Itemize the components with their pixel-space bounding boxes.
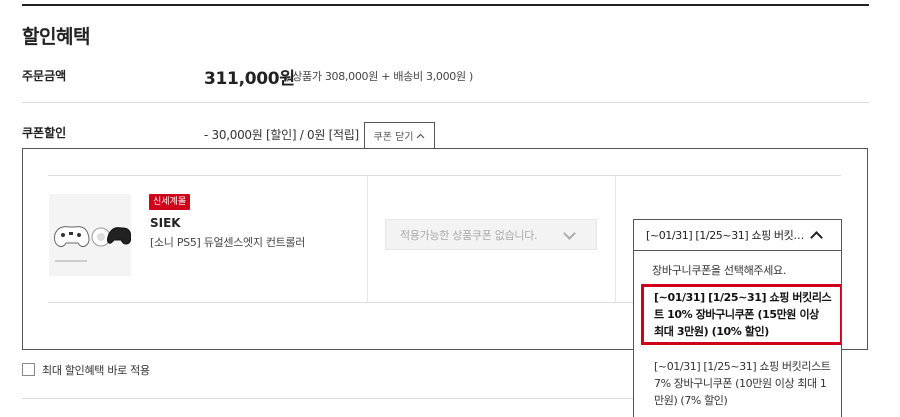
order-total-detail: ( 상품가 308,000원 + 배송비 3,000원 ) <box>285 70 474 83</box>
product-coupon-select: 적용가능한 상품쿠폰 없습니다. <box>385 219 597 250</box>
section-title: 할인혜택 <box>22 26 90 48</box>
cart-coupon-select[interactable]: [~01/31] [1/25~31] 쇼핑 버킷… <box>633 219 842 251</box>
chevron-up-icon <box>810 231 823 244</box>
product-image[interactable] <box>49 194 132 276</box>
product-coupon-placeholder: 적용가능한 상품쿠폰 없습니다. <box>400 228 538 242</box>
column-divider <box>615 176 616 302</box>
cart-coupon-selected: [~01/31] [1/25~31] 쇼핑 버킷… <box>646 229 804 242</box>
cart-coupon-option[interactable]: [~01/31] [1/25~31] 쇼핑 버킷리스트 7% 장바구니쿠폰 (1… <box>644 356 840 411</box>
coupon-close-label: 쿠폰 닫기 <box>373 132 414 143</box>
top-rule <box>22 4 869 6</box>
coupon-discount-summary: - 30,000원 [할인] / 0원 [적립] <box>204 128 359 142</box>
cart-coupon-dropdown: 장바구니쿠폰을 선택해주세요. [~01/31] [1/25~31] 쇼핑 버킷… <box>633 251 842 417</box>
chevron-down-icon <box>563 227 576 240</box>
max-discount-checkbox[interactable] <box>22 363 35 376</box>
mall-badge: 신세계몰 <box>149 194 191 210</box>
cart-coupon-option-selected[interactable]: [~01/31] [1/25~31] 쇼핑 버킷리스트 10% 장바구니쿠폰 (… <box>641 284 841 345</box>
coupon-discount-label: 쿠폰할인 <box>22 126 67 140</box>
max-discount-label[interactable]: 최대 할인혜택 바로 적용 <box>42 362 150 378</box>
column-divider <box>367 176 368 302</box>
product-name[interactable]: [소니 PS5] 듀얼센스엣지 컨트롤러 <box>150 234 305 250</box>
coupon-close-toggle[interactable]: 쿠폰 닫기 <box>364 122 435 148</box>
cart-coupon-placeholder-option[interactable]: 장바구니쿠폰을 선택해주세요. <box>652 262 786 278</box>
order-amount-label: 주문금액 <box>22 69 67 83</box>
divider <box>22 102 869 103</box>
order-total: 311,000원 <box>204 69 295 89</box>
chevron-up-icon <box>417 133 425 138</box>
controller-image-icon <box>49 194 132 276</box>
divider <box>22 398 634 399</box>
product-brand: SIEK <box>150 216 181 230</box>
divider <box>48 175 841 176</box>
